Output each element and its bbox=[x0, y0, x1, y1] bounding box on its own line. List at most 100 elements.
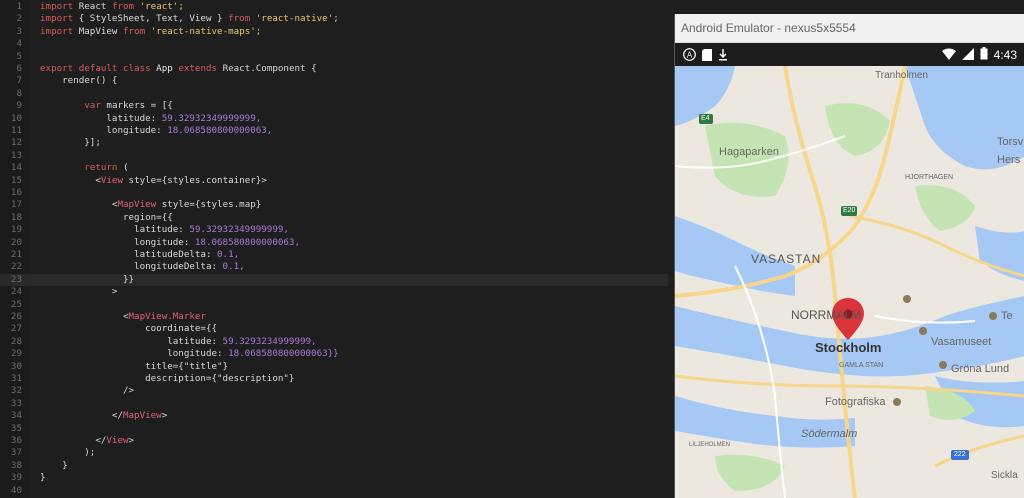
code-token: ( bbox=[123, 162, 129, 174]
code-token: 59.32932349999999, bbox=[161, 112, 262, 124]
code-line[interactable]: 19 latitude: 59.32932349999999, bbox=[0, 224, 668, 236]
map-label-stockholm: Stockholm bbox=[815, 340, 882, 355]
code-token: import bbox=[40, 25, 79, 37]
map-label-tranholmen: Tranholmen bbox=[875, 70, 928, 81]
line-number: 14 bbox=[10, 162, 22, 174]
code-token: /> bbox=[40, 385, 135, 397]
code-line[interactable]: 11 longitude: 18.068580800000063, bbox=[0, 125, 668, 137]
map-label-grona-lund: Gröna Lund bbox=[951, 363, 1010, 375]
line-number: 29 bbox=[10, 348, 22, 360]
code-line[interactable]: 31 description={"description"} bbox=[0, 373, 668, 385]
code-token: }} bbox=[40, 273, 135, 285]
line-number: 1 bbox=[16, 1, 22, 12]
code-line[interactable]: 25 bbox=[0, 299, 668, 311]
code-line[interactable]: 8 bbox=[0, 88, 668, 100]
code-line[interactable]: 13 bbox=[0, 150, 668, 162]
code-line[interactable]: 36 </View> bbox=[0, 435, 668, 447]
code-line[interactable]: 32 /> bbox=[0, 385, 668, 397]
line-number: 17 bbox=[10, 199, 22, 211]
line-number: 2 bbox=[16, 13, 22, 25]
code-token: { StyleSheet, Text, View } bbox=[78, 13, 229, 25]
code-line[interactable]: 40 bbox=[0, 485, 668, 497]
code-line[interactable]: 35 bbox=[0, 423, 668, 435]
line-number: 38 bbox=[10, 459, 22, 471]
code-line[interactable]: 6 export default class App extends React.… bbox=[0, 63, 668, 75]
code-line[interactable]: 23 }} bbox=[0, 273, 668, 287]
line-number: 18 bbox=[10, 211, 22, 223]
code-token: 'react-native'; bbox=[255, 13, 339, 25]
code-token: import bbox=[40, 13, 79, 25]
code-line[interactable]: 4 bbox=[0, 38, 668, 50]
code-line[interactable]: 39} bbox=[0, 472, 668, 484]
code-line[interactable]: 10 latitude: 59.32932349999999, bbox=[0, 113, 668, 125]
code-line[interactable]: 28 latitude: 59.3293234999999, bbox=[0, 336, 668, 348]
code-line[interactable]: 20 longitude: 18.068580800000063, bbox=[0, 237, 668, 249]
code-line[interactable]: 22 longitudeDelta: 0.1, bbox=[0, 261, 668, 273]
code-text: latitude: 59.32932349999999, bbox=[40, 224, 289, 236]
code-token: 18.068580800000063, bbox=[167, 125, 273, 136]
code-line[interactable]: 34 </MapView> bbox=[0, 410, 668, 422]
status-left-icons: A bbox=[683, 48, 728, 64]
poi-dot-tekniska[interactable] bbox=[989, 312, 997, 320]
poi-dot-norrmalm[interactable] bbox=[903, 295, 911, 303]
code-text: import { StyleSheet, Text, View } from '… bbox=[40, 13, 339, 25]
code-token: 18.068580800000063, bbox=[194, 236, 300, 248]
code-text: longitude: 18.068580800000063, bbox=[40, 237, 300, 249]
code-line[interactable]: 30 title={"title"} bbox=[0, 361, 668, 373]
code-text: ); bbox=[40, 447, 95, 459]
code-token: title={"title"} bbox=[40, 360, 229, 372]
code-token: render() { bbox=[40, 75, 118, 87]
code-line[interactable]: 29 longitude: 18.068580800000063}} bbox=[0, 348, 668, 360]
code-text: latitude: 59.32932349999999, bbox=[40, 113, 261, 125]
code-line[interactable]: 1 import React from 'react'; bbox=[0, 1, 668, 13]
code-editor[interactable]: 1 import React from 'react'; 2 import { Sty… bbox=[0, 0, 668, 498]
code-line[interactable]: 17 <MapView style={styles.map} bbox=[0, 199, 668, 211]
line-number: 6 bbox=[16, 63, 22, 74]
line-number: 35 bbox=[10, 422, 22, 434]
code-line[interactable]: 16 bbox=[0, 187, 668, 199]
code-line[interactable]: 33 bbox=[0, 398, 668, 410]
download-icon bbox=[718, 48, 728, 64]
code-line[interactable]: 21 latitudeDelta: 0.1, bbox=[0, 249, 668, 261]
line-number: 30 bbox=[10, 360, 22, 372]
code-line[interactable]: 5 bbox=[0, 51, 668, 63]
code-line[interactable]: 15 <View style={styles.container}> bbox=[0, 175, 668, 187]
poi-dot-vasamuseet[interactable] bbox=[919, 327, 927, 335]
code-text: longitudeDelta: 0.1, bbox=[40, 261, 245, 273]
line-number: 19 bbox=[10, 224, 22, 236]
code-token: > bbox=[40, 286, 118, 298]
code-token: from bbox=[228, 13, 256, 25]
code-token: 'react'; bbox=[139, 1, 184, 12]
code-line[interactable]: 7 render() { bbox=[0, 75, 668, 87]
code-line[interactable]: 27 coordinate={{ bbox=[0, 323, 668, 335]
poi-dot-grona-lund[interactable] bbox=[939, 361, 947, 369]
code-text: latitude: 59.3293234999999, bbox=[40, 336, 316, 348]
poi-dot-fotografiska[interactable] bbox=[893, 398, 901, 406]
code-token: longitude: bbox=[40, 125, 168, 136]
line-number: 28 bbox=[10, 335, 22, 347]
code-line[interactable]: 9 var markers = [{ bbox=[0, 100, 668, 112]
code-token: region={{ bbox=[40, 211, 173, 223]
code-text: return ( bbox=[40, 162, 129, 174]
code-line[interactable]: 3 import MapView from 'react-native-maps'… bbox=[0, 26, 668, 38]
code-line[interactable]: 24 > bbox=[0, 286, 668, 298]
code-line[interactable]: 12 }]; bbox=[0, 137, 668, 149]
code-line[interactable]: 18 region={{ bbox=[0, 212, 668, 224]
code-text: } bbox=[40, 460, 68, 472]
code-line[interactable]: 37 ); bbox=[0, 447, 668, 459]
android-emulator-window[interactable]: Android Emulator - nexus5x5554 A 4:43 Tr… bbox=[674, 14, 1024, 498]
code-line[interactable]: 14 return ( bbox=[0, 162, 668, 174]
code-line[interactable]: 38 } bbox=[0, 460, 668, 472]
code-token: return bbox=[84, 162, 123, 174]
code-text: }]; bbox=[40, 137, 101, 149]
line-number: 23 bbox=[10, 273, 22, 285]
code-token: }]; bbox=[40, 137, 101, 149]
map-label-liljeholmen: LILJEHOLMEN bbox=[689, 442, 731, 448]
code-token: longitudeDelta: bbox=[40, 261, 223, 273]
map-view[interactable]: Tranholmen Torsv Hers Hagaparken HJORTHA… bbox=[675, 66, 1024, 498]
code-line[interactable]: 2 import { StyleSheet, Text, View } from … bbox=[0, 13, 668, 25]
line-number: 16 bbox=[10, 187, 22, 198]
code-line[interactable]: 26 <MapView.Marker bbox=[0, 311, 668, 323]
status-right-icons: 4:43 bbox=[941, 47, 1017, 63]
